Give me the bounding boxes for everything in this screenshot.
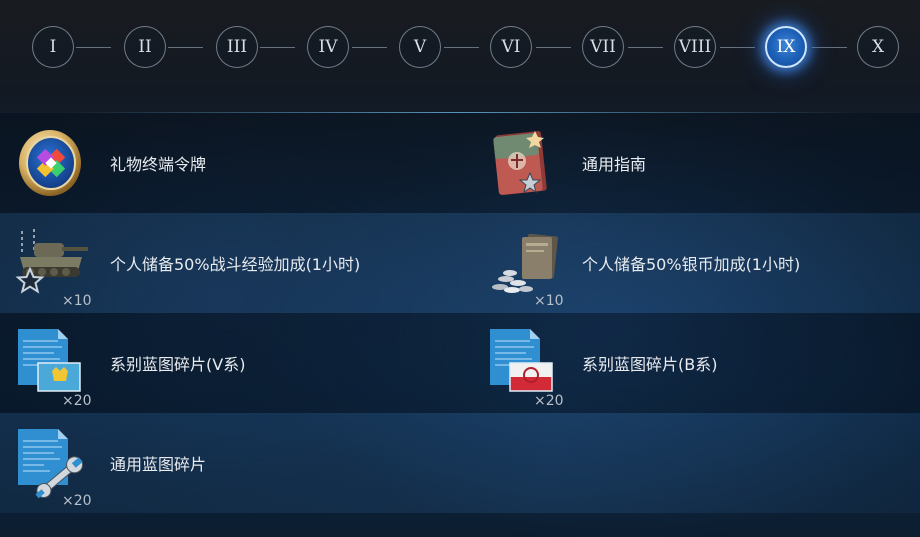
reward-list: 礼物终端令牌 通用指南 个人储备50%战斗经验加成(1小时) ×10 个人储备5… [0, 113, 920, 513]
reward-name: 系别蓝图碎片(V系) [110, 355, 246, 374]
tier-connector [260, 47, 295, 48]
reward-name: 通用指南 [582, 155, 647, 174]
tier-connector [536, 47, 571, 48]
tier-connector [628, 47, 663, 48]
reward-name: 礼物终端令牌 [110, 155, 207, 174]
tier-button-2[interactable]: II [124, 26, 166, 68]
reward-item[interactable]: 系别蓝图碎片(B系) ×20 [472, 313, 920, 413]
reward-name: 系别蓝图碎片(B系) [582, 355, 718, 374]
tier-button-7[interactable]: VII [582, 26, 624, 68]
reward-row: 通用蓝图碎片 ×20 [0, 413, 920, 513]
tank-xp-booster-icon [15, 229, 88, 294]
tier-connector [76, 47, 111, 48]
reward-item[interactable]: 通用蓝图碎片 ×20 [0, 413, 460, 513]
tier-button-5[interactable]: V [399, 26, 441, 68]
reward-quantity: ×10 [534, 293, 564, 309]
tier-connector [352, 47, 387, 48]
reward-name: 个人储备50%银币加成(1小时) [582, 255, 801, 274]
reward-quantity: ×20 [62, 393, 92, 409]
tier-connector [812, 47, 847, 48]
universal-blueprint-icon [18, 429, 84, 499]
gift-token-icon [19, 130, 81, 196]
tier-button-3[interactable]: III [216, 26, 258, 68]
tier-button-8[interactable]: VIII [674, 26, 716, 68]
swedish-blueprint-icon [18, 329, 81, 392]
tier-connector [168, 47, 203, 48]
tier-connector [720, 47, 755, 48]
reward-item[interactable]: 系别蓝图碎片(V系) ×20 [0, 313, 460, 413]
reward-row: 个人储备50%战斗经验加成(1小时) ×10 个人储备50%银币加成(1小时) … [0, 213, 920, 313]
reward-row: 礼物终端令牌 通用指南 [0, 113, 920, 213]
reward-item[interactable]: 通用指南 [472, 113, 920, 213]
tier-connector [444, 47, 479, 48]
tier-button-9-active[interactable]: IX [765, 26, 807, 68]
reward-name: 通用蓝图碎片 [110, 455, 207, 474]
reward-row: 系别蓝图碎片(V系) ×20 系别蓝图碎片(B系) ×20 [0, 313, 920, 413]
tier-button-6[interactable]: VI [490, 26, 532, 68]
reward-name: 个人储备50%战斗经验加成(1小时) [110, 255, 361, 274]
tier-button-1[interactable]: I [32, 26, 74, 68]
tier-button-4[interactable]: IV [307, 26, 349, 68]
reward-quantity: ×10 [62, 293, 92, 309]
reward-item[interactable]: 个人储备50%战斗经验加成(1小时) ×10 [0, 213, 460, 313]
tier-button-10[interactable]: X [857, 26, 899, 68]
universal-guide-book-icon [493, 131, 547, 195]
reward-quantity: ×20 [534, 393, 564, 409]
tier-navigation: I II III IV V VI VII VIII IX X [0, 0, 920, 96]
polish-blueprint-icon [490, 329, 553, 392]
reward-item[interactable]: 个人储备50%银币加成(1小时) ×10 [472, 213, 920, 313]
credits-booster-icon [492, 233, 558, 293]
reward-quantity: ×20 [62, 493, 92, 509]
reward-item[interactable]: 礼物终端令牌 [0, 113, 460, 213]
